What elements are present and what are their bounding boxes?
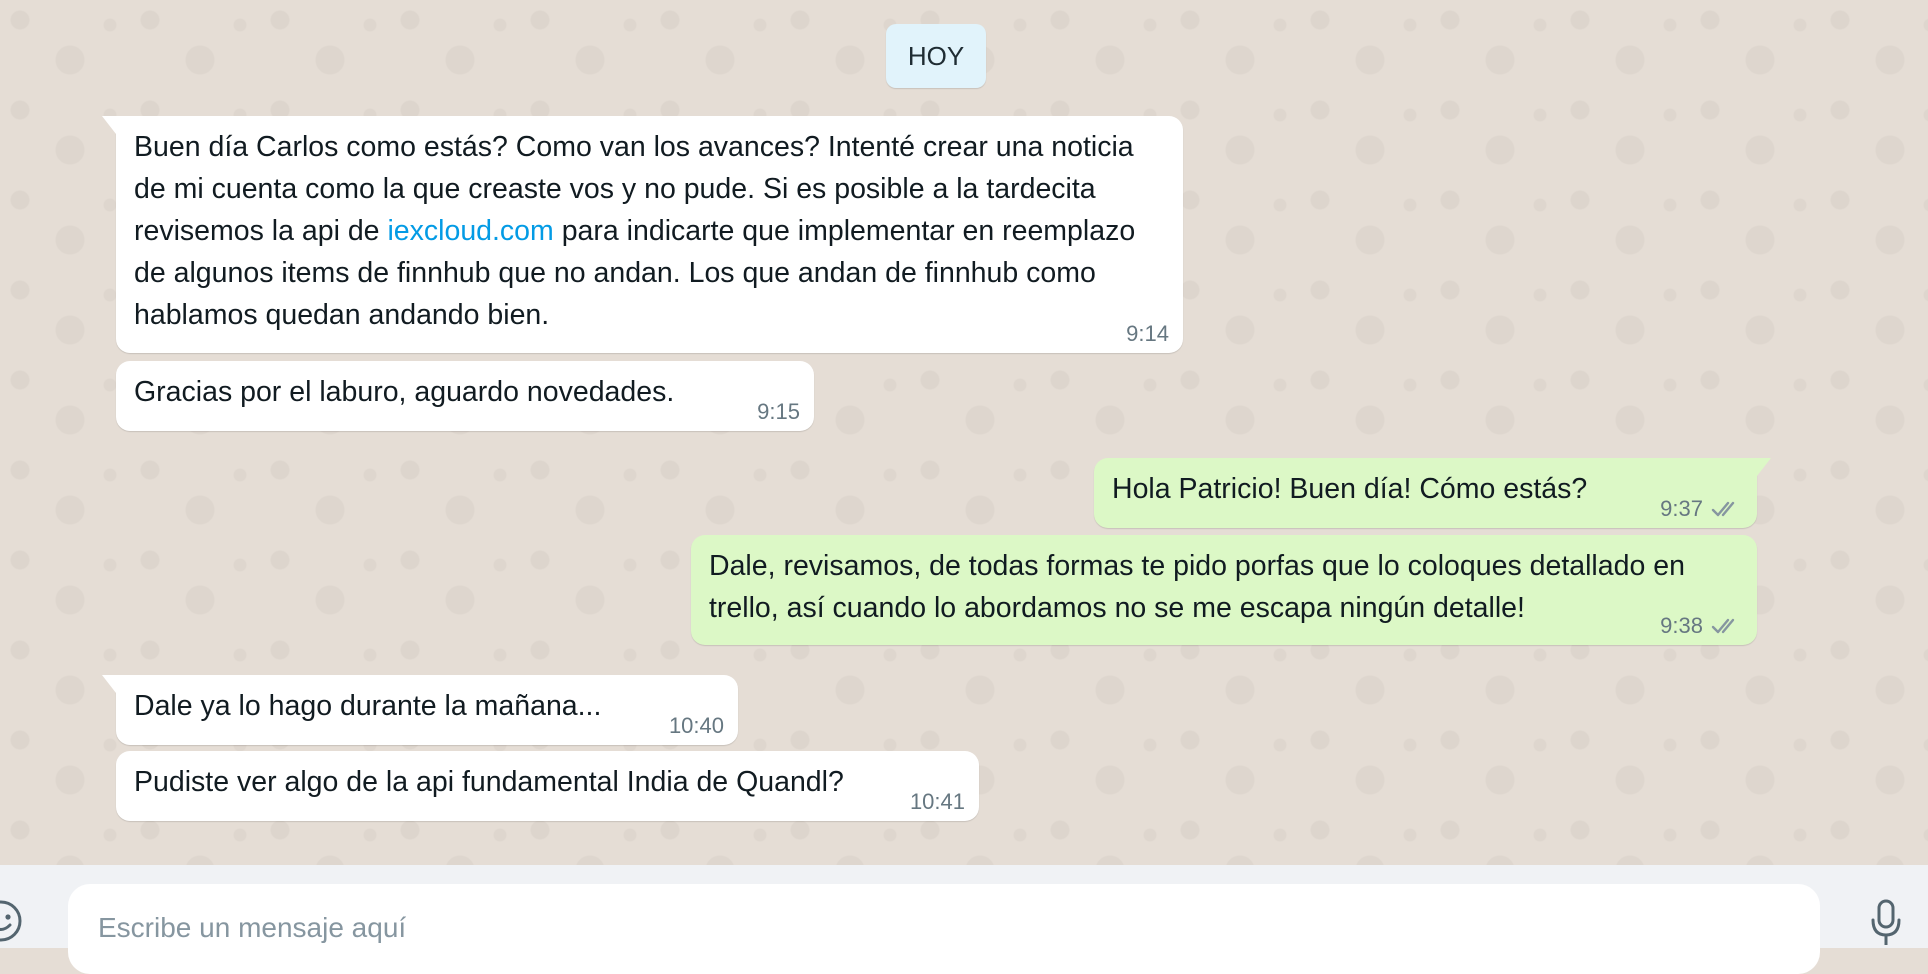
message-incoming[interactable]: Gracias por el laburo, aguardo novedades… xyxy=(116,361,814,431)
microphone-icon[interactable] xyxy=(1868,898,1904,948)
double-check-icon xyxy=(1711,501,1735,517)
message-input-box[interactable] xyxy=(68,884,1820,974)
message-incoming[interactable]: Dale ya lo hago durante la mañana... 10:… xyxy=(102,675,738,745)
message-text: Pudiste ver algo de la api fundamental I… xyxy=(134,766,844,798)
message-link[interactable]: iexcloud.com xyxy=(387,215,553,247)
message-text: Gracias por el laburo, aguardo novedades… xyxy=(134,376,675,408)
message-time: 10:40 xyxy=(669,713,724,739)
message-time: 9:14 xyxy=(1126,321,1169,347)
message-timestamp: 9:15 xyxy=(757,399,800,424)
double-check-icon xyxy=(1711,618,1735,634)
message-incoming[interactable]: Buen día Carlos como estás? Como van los… xyxy=(102,116,1183,353)
message-outgoing[interactable]: Hola Patricio! Buen día! Cómo estás? 9:3… xyxy=(1094,458,1771,528)
message-time: 10:41 xyxy=(910,789,965,815)
message-incoming[interactable]: Pudiste ver algo de la api fundamental I… xyxy=(116,751,979,821)
message-timestamp: 10:41 xyxy=(909,789,965,814)
message-time: 9:15 xyxy=(757,399,800,425)
message-input[interactable] xyxy=(98,908,1778,948)
emoji-icon[interactable] xyxy=(0,898,24,944)
message-text: Hola Patricio! Buen día! Cómo estás? xyxy=(1112,473,1588,505)
message-timestamp: 10:40 xyxy=(668,713,724,738)
message-timestamp: 9:14 xyxy=(1126,321,1169,346)
date-divider: HOY xyxy=(886,24,986,88)
message-timestamp: 9:38 xyxy=(1660,613,1703,638)
message-text: Dale, revisamos, de todas formas te pido… xyxy=(709,550,1685,624)
message-outgoing[interactable]: Dale, revisamos, de todas formas te pido… xyxy=(691,535,1757,645)
date-label: HOY xyxy=(907,40,965,71)
message-time: 9:37 xyxy=(1660,496,1743,522)
chat-message-area[interactable]: HOY Buen día Carlos como estás? Como van… xyxy=(0,0,1928,865)
message-text: Buen día Carlos como estás? Como van los… xyxy=(134,126,1163,336)
message-text: Dale ya lo hago durante la mañana... xyxy=(134,690,602,722)
message-timestamp: 9:37 xyxy=(1660,496,1703,521)
message-time: 9:38 xyxy=(1660,613,1743,639)
